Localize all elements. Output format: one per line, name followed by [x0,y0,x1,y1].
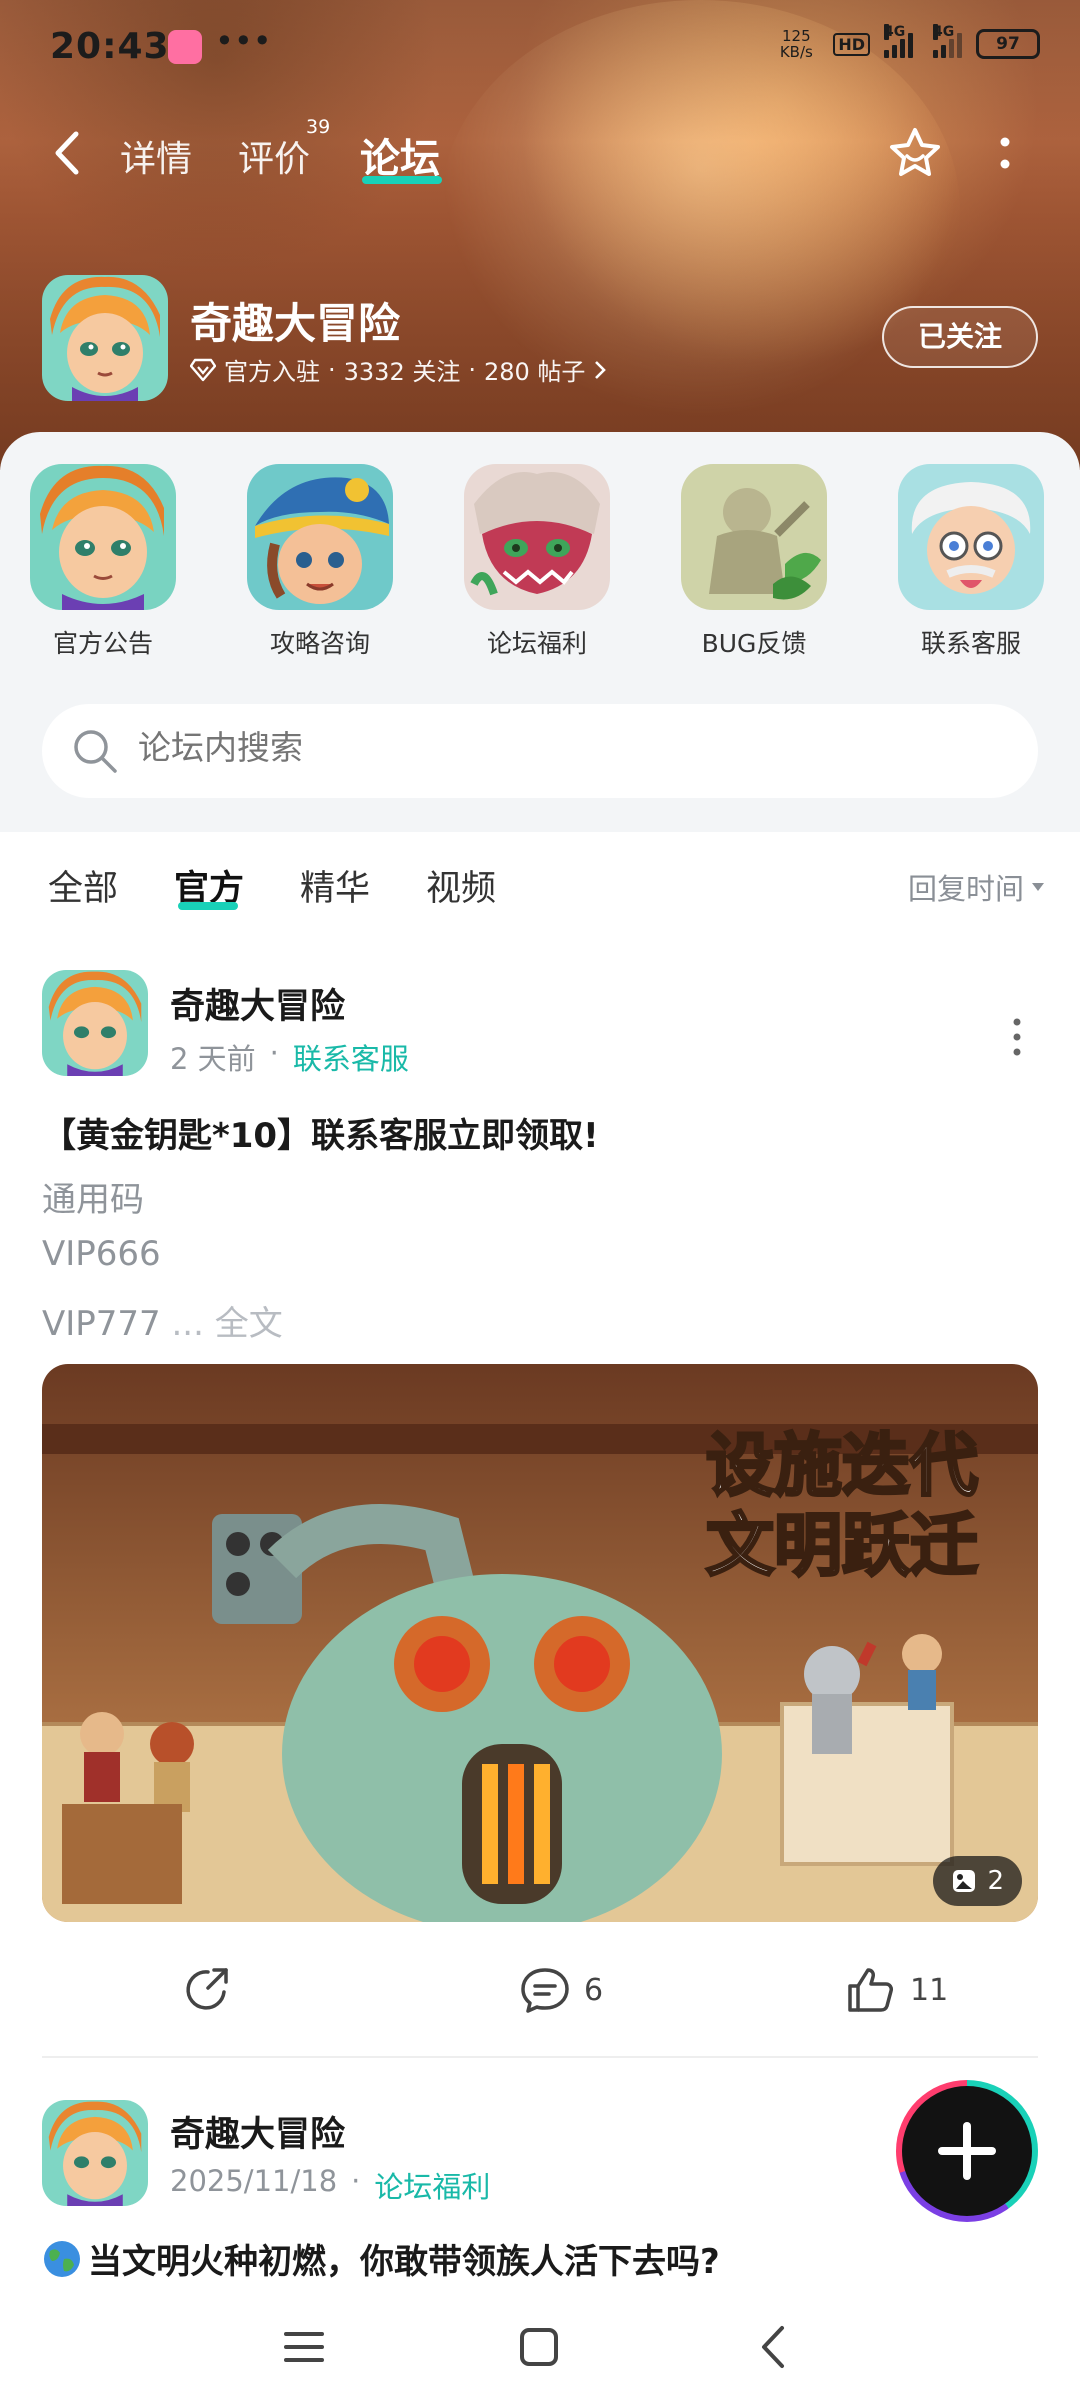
sort-dropdown[interactable]: 回复时间 [908,866,1046,908]
section-label: 官方公告 [52,629,153,658]
post-more-icon[interactable] [1002,1012,1032,1062]
forum-search-bar[interactable] [42,704,1038,798]
portrait-pirate-icon [247,464,393,610]
comment-icon [521,1968,569,2013]
post-body-line: 通用码 [42,1180,144,1220]
game-title: 奇趣大冒险 [190,299,401,348]
post-body-line: VIP777 ... 全文 [42,1304,283,1344]
signal-icon-2: 4G [933,24,962,58]
post-time: 2 天前 [170,1042,256,1076]
post-actions: 6 11 [0,1954,1080,2034]
reviews-count-badge: 39 [306,116,331,138]
status-bar: 20:43 ••• 125 KB/s HD 4G 4G 97 [0,0,1080,92]
home-icon[interactable] [518,2326,560,2368]
portrait-statue-icon [681,464,827,610]
active-filter-indicator [178,902,238,910]
more-options-icon[interactable] [980,124,1030,184]
status-more-icon: ••• [215,22,272,60]
author-avatar[interactable] [42,2100,148,2206]
section-label: 论坛福利 [486,629,587,658]
like-count: 11 [910,1972,949,2008]
post-count-link[interactable]: 280 帖子 [484,352,585,387]
share-button[interactable] [182,1964,234,2016]
sort-label: 回复时间 [907,872,1024,906]
top-navigation: 详情 评价 39 论坛 [0,110,1080,200]
portrait-scientist-icon [898,464,1044,610]
followed-button[interactable]: 已关注 [882,306,1038,368]
image-count-badge: 2 [933,1856,1022,1906]
section-label: BUG反馈 [701,629,807,658]
post-meta: 2 天前 · 联系客服 [170,1036,409,1078]
system-navigation-bar [0,2290,1080,2400]
diamond-verified-icon [190,358,216,381]
read-full-link[interactable]: 全文 [204,1304,283,1344]
status-time: 20:43 [50,26,170,67]
system-back-icon[interactable] [756,2324,790,2370]
section-strategy-consult[interactable]: 攻略咨询 [245,464,395,660]
post-card[interactable]: 奇趣大冒险 2 天前 · 联系客服 【黄金钥匙*10】联系客服立即领取! 通用码… [0,942,1080,2058]
globe-emoji-icon [44,2240,80,2277]
post-title-row[interactable]: 当文明火种初燃，你敢带领族人活下去吗? [42,2234,720,2283]
share-icon [186,1968,228,2010]
tab-reviews[interactable]: 评价 [238,130,310,182]
network-speed: 125 KB/s [779,27,813,61]
tab-details[interactable]: 详情 [120,130,192,182]
hd-voice-icon: HD [833,32,870,56]
author-name[interactable]: 奇趣大冒险 [170,978,345,1029]
author-name[interactable]: 奇趣大冒险 [170,2106,345,2157]
game-stats: 官方入驻 · 3332 关注 · 280 帖子 [190,352,607,387]
portrait-dragon-icon [464,464,610,610]
signal-icon: 4G [884,24,913,58]
section-bug-feedback[interactable]: BUG反馈 [679,464,829,660]
caret-down-icon [1032,883,1044,891]
thumbs-up-icon [848,1968,893,2012]
post-title[interactable]: 【黄金钥匙*10】联系客服立即领取! [42,1108,599,1157]
post-section-tag[interactable]: 联系客服 [293,1036,409,1078]
search-icon [74,730,117,773]
post-filter-tabs: 全部 官方 精华 视频 回复时间 [0,832,1080,942]
search-input[interactable] [138,728,938,767]
section-forum-welfare[interactable]: 论坛福利 [462,464,612,660]
chevron-right-icon [595,360,607,379]
post-section-tag[interactable]: 论坛福利 [374,2164,490,2206]
filter-all[interactable]: 全部 [48,860,118,911]
post-body-line: VIP666 [42,1234,161,1274]
active-tab-indicator [362,176,442,184]
image-caption-line2: 文明跃迁 [706,1508,978,1584]
forum-sections-card: 官方公告 攻略咨询 论坛福利 BUG反馈 联系客服 论坛内搜索 [0,432,1080,832]
section-customer-service[interactable]: 联系客服 [896,464,1046,660]
section-label: 联系客服 [920,629,1021,658]
official-label: 官方入驻 [224,358,320,386]
create-post-button[interactable] [896,2080,1038,2222]
follow-count: 3332 关注 [343,358,461,386]
filter-featured[interactable]: 精华 [300,860,370,911]
bilibili-notification-icon [168,30,202,64]
back-arrow-icon[interactable] [48,128,88,178]
author-avatar[interactable] [42,970,148,1076]
section-label: 攻略咨询 [269,629,370,658]
game-icon [42,275,168,401]
plus-icon [938,2122,996,2180]
filter-video[interactable]: 视频 [426,860,496,911]
battery-icon: 97 [976,29,1040,59]
gallery-icon [953,1870,976,1892]
post-time: 2025/11/18 [170,2164,338,2198]
comment-count: 6 [584,1972,604,2008]
post-title: 当文明火种初燃，你敢带领族人活下去吗? [88,2242,720,2282]
recent-apps-icon[interactable] [282,2328,326,2366]
favorite-star-icon[interactable] [885,124,945,184]
comment-button[interactable]: 6 [518,1964,603,2016]
section-official-announcement[interactable]: 官方公告 [28,464,178,660]
portrait-hero-icon [30,464,176,610]
post-image[interactable]: 设施迭代 文明跃迁 2 [42,1364,1038,1922]
post-meta: 2025/11/18 · 论坛福利 [170,2164,491,2206]
image-caption-line1: 设施迭代 [706,1428,978,1504]
like-button[interactable]: 11 [844,1964,948,2016]
